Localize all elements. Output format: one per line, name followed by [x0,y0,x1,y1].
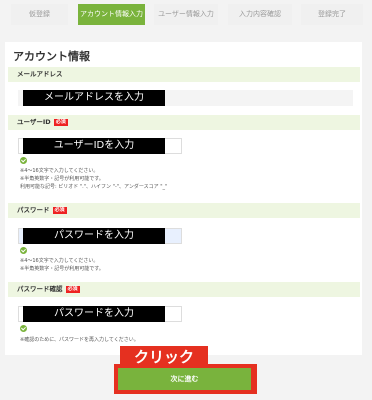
password-confirm-section-header: パスワード確認 必須 [8,282,360,297]
next-button[interactable]: 次に進む [118,368,251,390]
password-label: パスワード [17,206,50,214]
page-title: アカウント情報 [13,50,90,63]
required-badge: 必須 [65,285,80,293]
password-confirm-valid-check-icon [20,325,27,332]
step-account-info: アカウント情報入力 [78,4,145,25]
account-info-card: アカウント情報 メールアドレス メールアドレスを入力 ユーザーID 必須 ユーザー… [5,42,362,355]
user-id-note-3: 利用可能な記号: ピリオド "."、ハイフン "-"、アンダースコア "_" [20,184,168,190]
email-section-header: メールアドレス [8,67,360,82]
password-section-header: パスワード 必須 [8,203,360,218]
progress-steps: 仮登録 アカウント情報入力 ユーザー情報入力 入力内容確認 登録完了 [0,0,372,34]
email-redaction-label: メールアドレスを入力 [23,90,165,106]
password-confirm-note-1: ※確認のために、パスワードを再入力してください。 [20,337,139,343]
email-label: メールアドレス [17,70,63,78]
required-badge: 必須 [53,118,68,126]
step-user-info: ユーザー情報入力 [154,4,218,25]
user-id-label: ユーザーID [17,118,51,126]
user-id-redaction-label: ユーザーIDを入力 [23,138,165,154]
user-id-section-header: ユーザーID 必須 [8,115,360,130]
password-confirm-redaction-label: パスワードを入力 [23,306,165,322]
required-badge: 必須 [52,206,67,214]
password-note-2: ※半角英数字・記号が利用可能です。 [20,266,104,272]
user-id-valid-check-icon [20,157,27,164]
password-confirm-label: パスワード確認 [17,285,63,293]
password-redaction-label: パスワードを入力 [23,228,165,244]
user-id-note-1: ※4～16文字で入力してください。 [20,168,99,174]
step-confirm: 入力内容確認 [228,4,292,25]
password-valid-check-icon [20,247,27,254]
click-annotation-frame: 次に進む [114,364,257,394]
step-provisional-registration: 仮登録 [11,4,68,25]
password-note-1: ※4～16文字で入力してください。 [20,258,99,264]
step-complete: 登録完了 [301,4,363,25]
user-id-note-2: ※半角英数字・記号が利用可能です。 [20,176,104,182]
